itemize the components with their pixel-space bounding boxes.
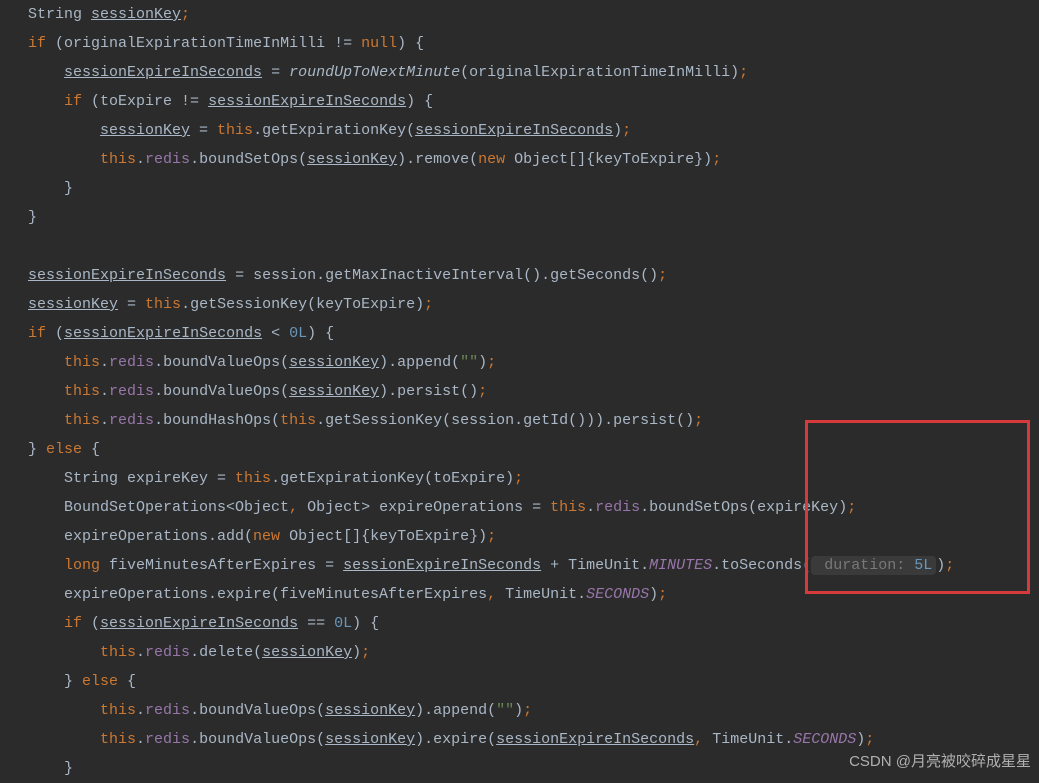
code-line: } else { (10, 673, 136, 690)
code-line: BoundSetOperations<Object, Object> expir… (10, 499, 856, 516)
code-line: expireOperations.expire(fiveMinutesAfter… (10, 586, 667, 603)
code-line: sessionKey = this.getSessionKey(keyToExp… (10, 296, 433, 313)
code-line: } (10, 180, 73, 197)
code-line: this.redis.boundValueOps(sessionKey).exp… (10, 731, 874, 748)
code-line: this.redis.boundHashOps(this.getSessionK… (10, 412, 703, 429)
code-line: long fiveMinutesAfterExpires = sessionEx… (10, 556, 954, 575)
code-line: expireOperations.add(new Object[]{keyToE… (10, 528, 496, 545)
code-line: this.redis.boundValueOps(sessionKey).app… (10, 354, 496, 371)
code-line: String expireKey = this.getExpirationKey… (10, 470, 523, 487)
code-line: sessionKey = this.getExpirationKey(sessi… (10, 122, 631, 139)
code-line: if (toExpire != sessionExpireInSeconds) … (10, 93, 433, 110)
code-line: this.redis.boundSetOps(sessionKey).remov… (10, 151, 721, 168)
code-line: } else { (10, 441, 100, 458)
code-line: } (10, 209, 37, 226)
code-line: String sessionKey; (10, 6, 190, 23)
code-line: if (sessionExpireInSeconds < 0L) { (10, 325, 334, 342)
code-line: this.redis.boundValueOps(sessionKey).app… (10, 702, 532, 719)
code-line: this.redis.boundValueOps(sessionKey).per… (10, 383, 487, 400)
parameter-hint: duration: 5L (811, 556, 936, 575)
code-line: } (10, 760, 73, 777)
code-line: this.redis.delete(sessionKey); (10, 644, 370, 661)
code-line: sessionExpireInSeconds = roundUpToNextMi… (10, 64, 748, 81)
code-line: if (sessionExpireInSeconds == 0L) { (10, 615, 379, 632)
code-line: sessionExpireInSeconds = session.getMaxI… (10, 267, 667, 284)
code-line: if (originalExpirationTimeInMilli != nul… (10, 35, 424, 52)
code-block: String sessionKey; if (originalExpiratio… (0, 0, 1039, 783)
